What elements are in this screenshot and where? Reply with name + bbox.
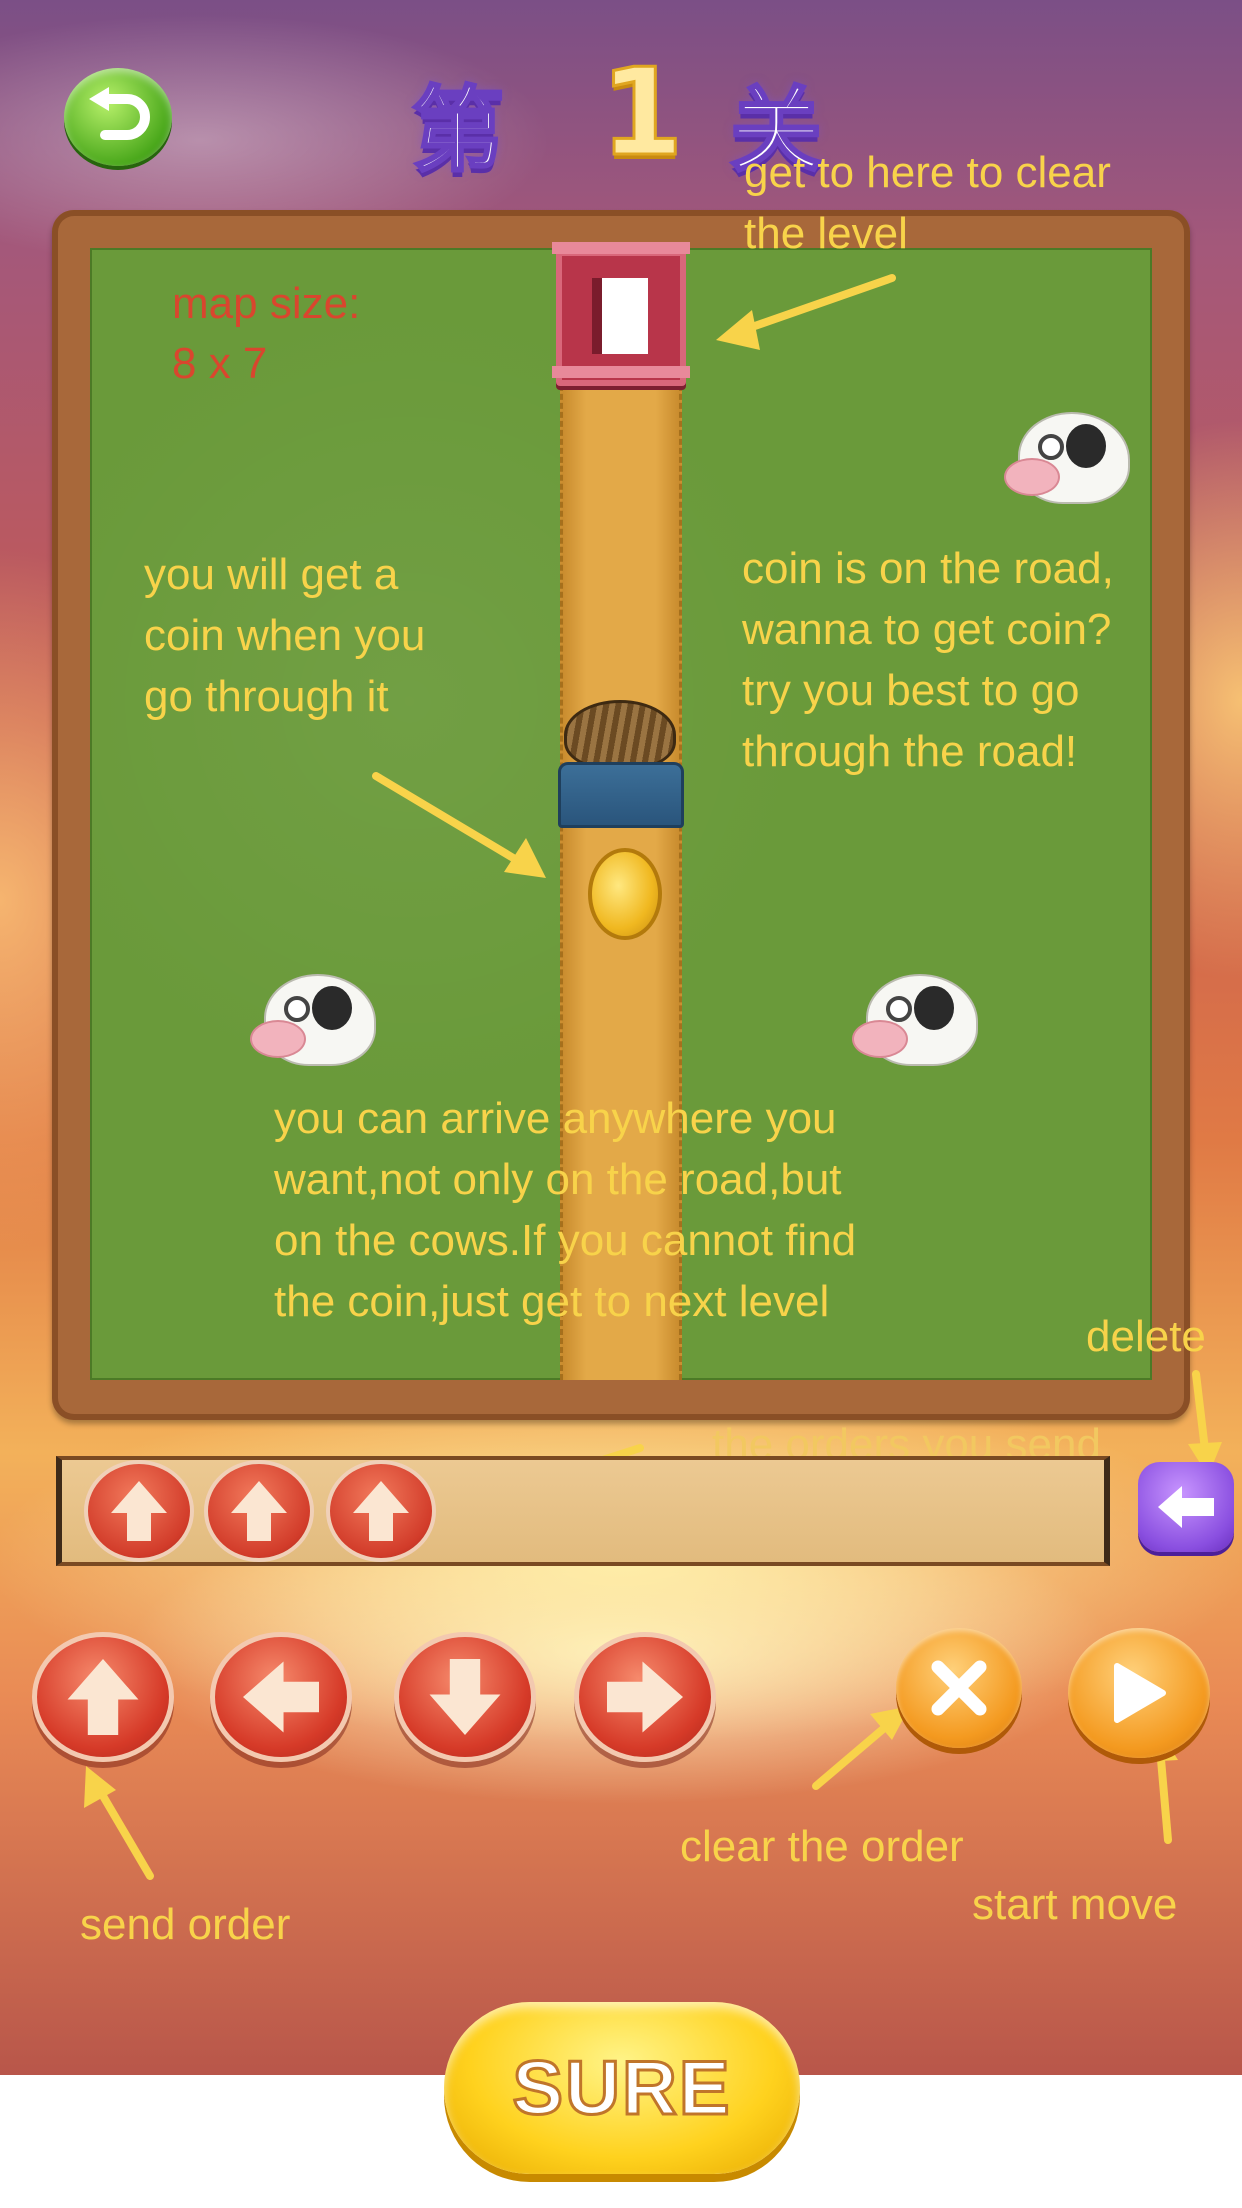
sure-button-label: SURE — [511, 2044, 732, 2132]
arrow-to-gate — [716, 274, 896, 350]
annotation-arrows — [84, 274, 1222, 1880]
left-button[interactable] — [210, 1632, 352, 1762]
arrow-up-icon — [111, 1481, 167, 1541]
order-item-up — [326, 1460, 436, 1562]
arrow-up-icon — [231, 1481, 287, 1541]
order-item-up — [84, 1460, 194, 1562]
arrow-right-icon — [607, 1661, 683, 1733]
close-icon — [931, 1660, 987, 1716]
arrow-up-icon — [67, 1659, 139, 1735]
sure-button[interactable]: SURE — [444, 2002, 800, 2174]
arrow-to-clear-button — [812, 1706, 910, 1790]
right-button[interactable] — [574, 1632, 716, 1762]
arrow-up-icon — [353, 1481, 409, 1541]
backspace-arrow-icon — [1158, 1486, 1214, 1528]
start-move-button[interactable] — [1068, 1628, 1210, 1758]
arrow-to-up-button — [84, 1766, 154, 1880]
order-item-up — [204, 1460, 314, 1562]
arrow-to-coin — [372, 772, 546, 878]
delete-order-button[interactable] — [1138, 1462, 1234, 1552]
up-button[interactable] — [32, 1632, 174, 1762]
arrow-down-icon — [429, 1659, 501, 1735]
clear-orders-button[interactable] — [896, 1628, 1022, 1748]
arrow-to-delete — [1188, 1370, 1222, 1476]
play-icon — [1114, 1663, 1166, 1723]
down-button[interactable] — [394, 1632, 536, 1762]
arrow-left-icon — [243, 1661, 319, 1733]
